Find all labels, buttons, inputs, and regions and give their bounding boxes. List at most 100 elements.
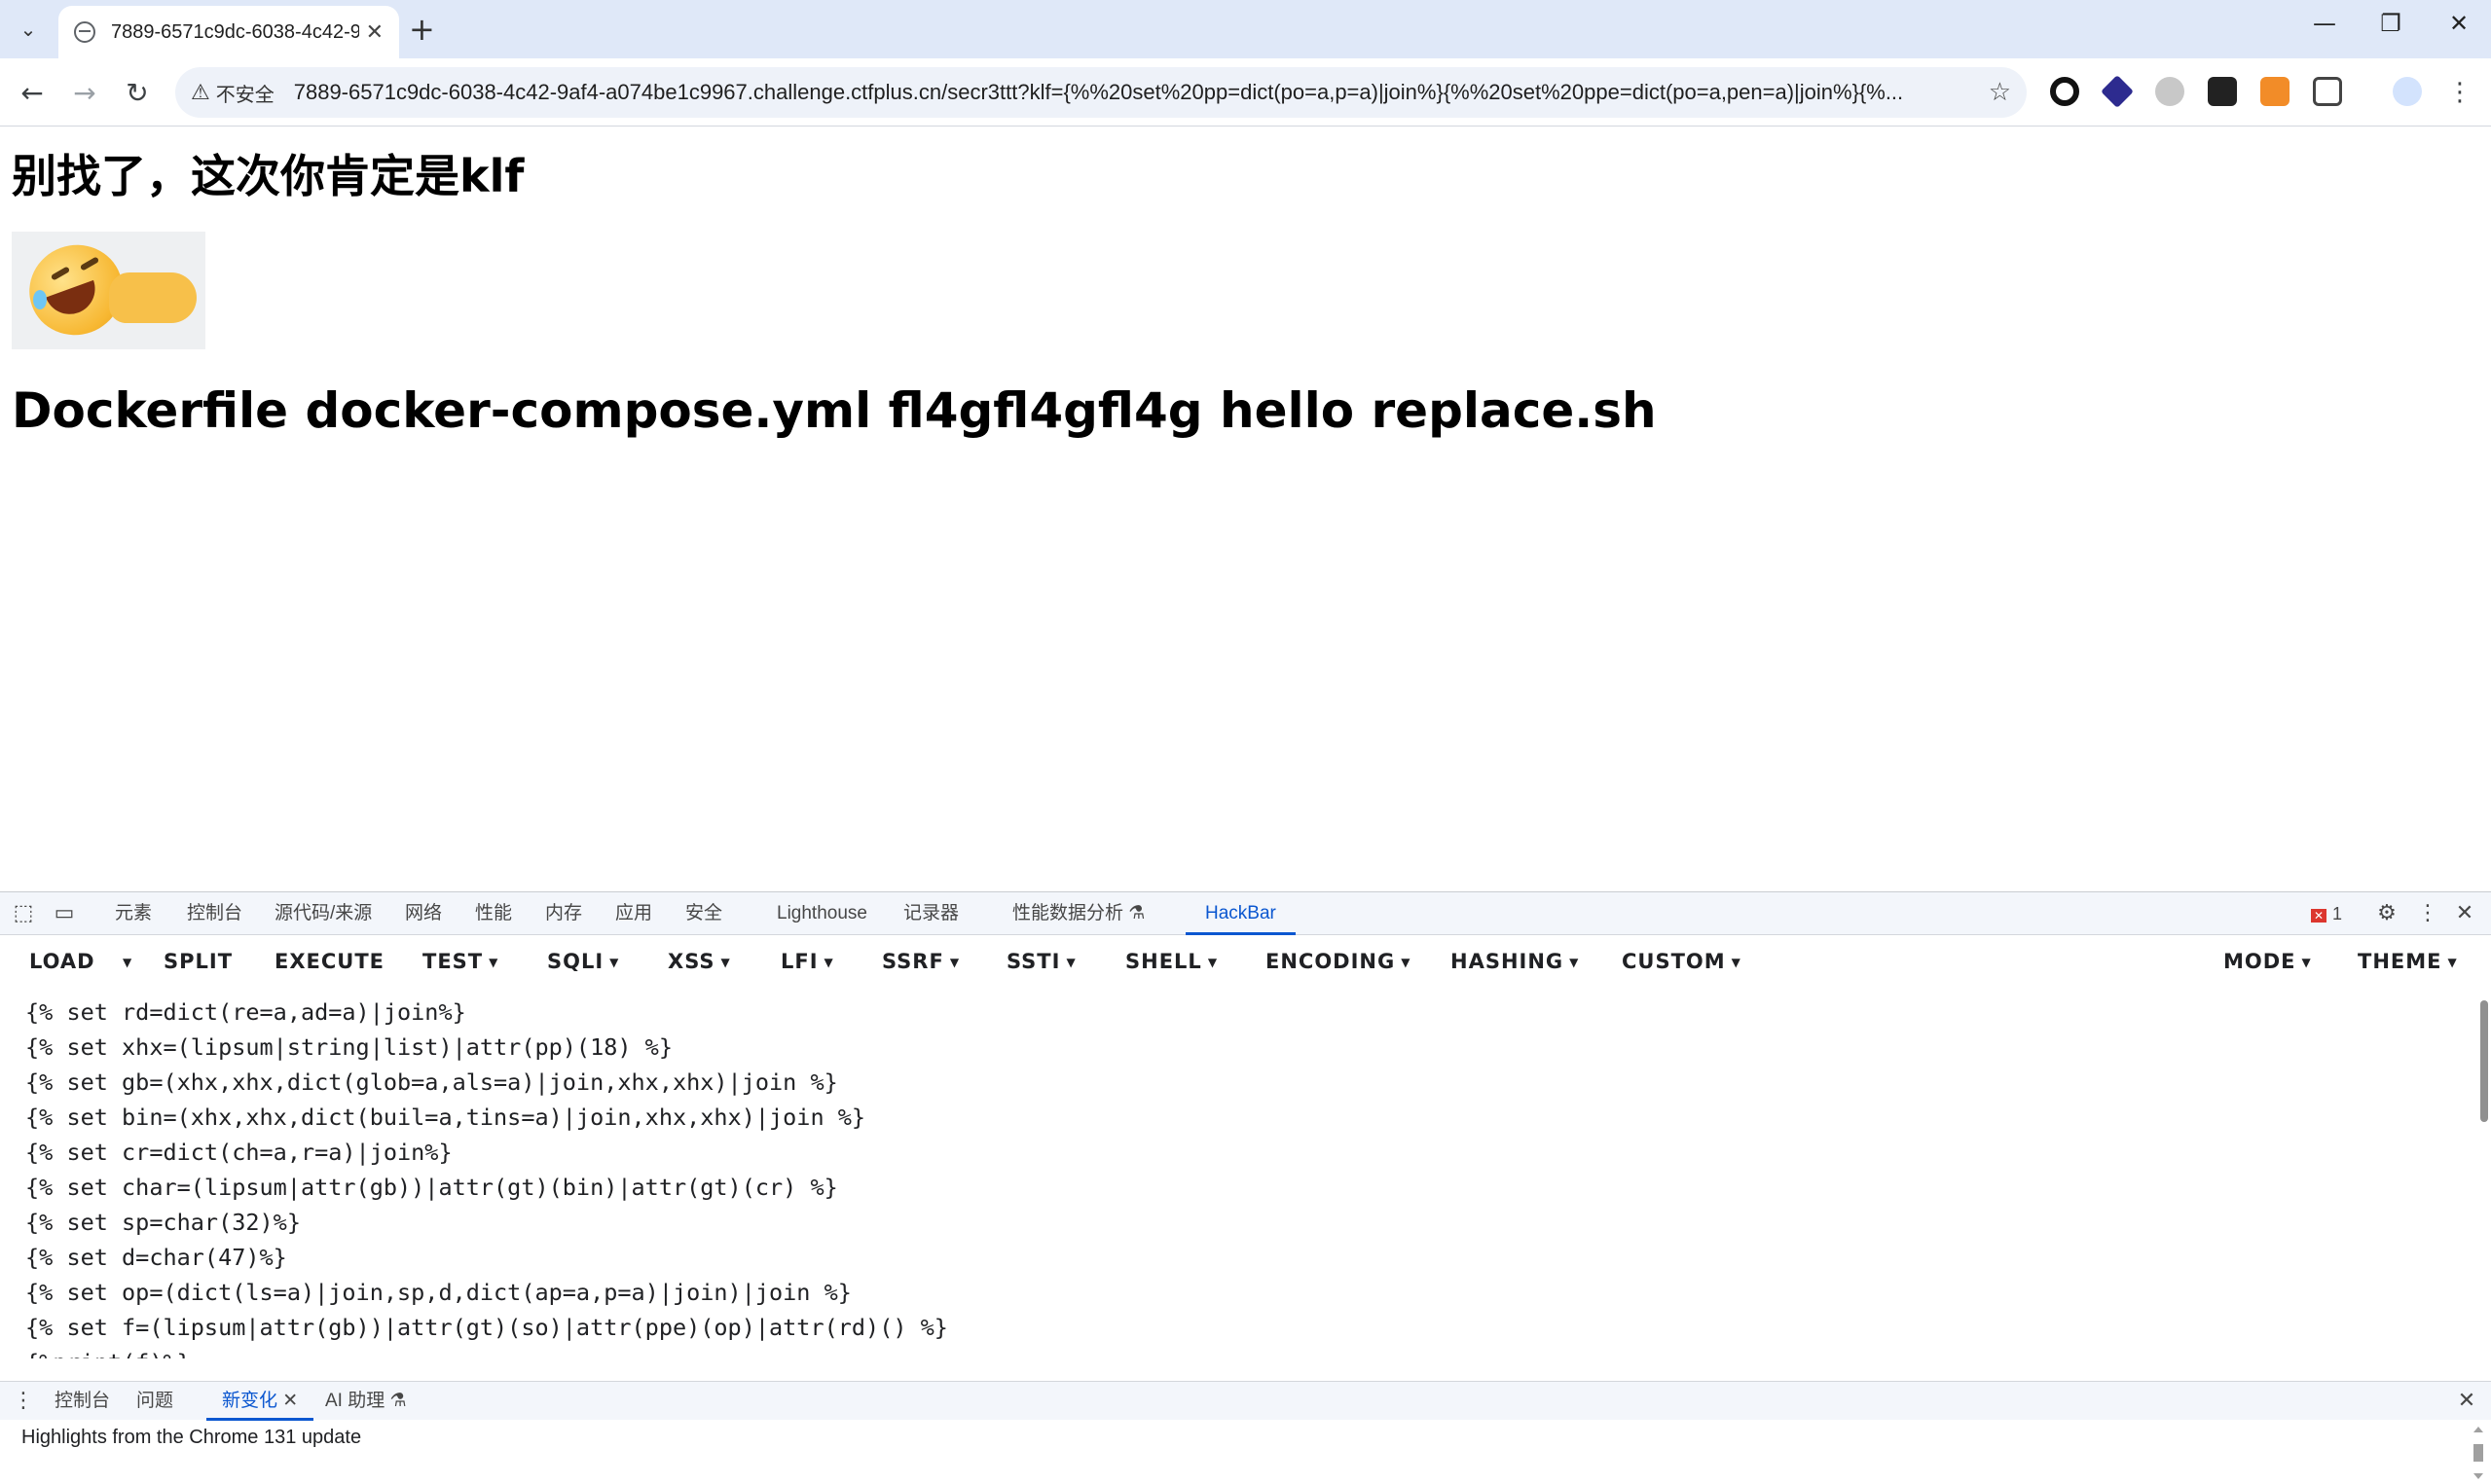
new-tab-plus-icon[interactable]: + <box>409 14 435 45</box>
code-line[interactable]: {% set op=(dict(ls=a)|join,sp,d,dict(ap=… <box>25 1279 852 1306</box>
url-text[interactable]: 7889-6571c9dc-6038-4c42-9af4-a074be1c996… <box>294 80 1969 105</box>
hackbar-ssrf-menu[interactable]: SSRF ▼ <box>882 950 960 973</box>
scroll-thumb[interactable] <box>2473 1444 2483 1462</box>
hackbar-menu: LOAD ▼ SPLIT EXECUTE TEST ▼ SQLI ▼ XSS ▼ LF… <box>0 936 2491 991</box>
devtools-tab-security[interactable]: 安全 <box>685 892 722 935</box>
devtools-tab-hackbar[interactable]: HackBar <box>1186 892 1296 935</box>
devtools-tab-sources[interactable]: 源代码/来源 <box>275 892 372 935</box>
hackbar-ssti-label: SSTI <box>1007 950 1061 973</box>
drawer-close-icon[interactable]: ✕ <box>2455 1390 2478 1413</box>
hackbar-split-button[interactable]: SPLIT <box>164 950 233 973</box>
devtools-tab-performance[interactable]: 性能 <box>475 892 512 935</box>
editor-scrollbar[interactable] <box>2480 1000 2488 1122</box>
hackbar-sqli-label: SQLI <box>547 950 604 973</box>
hackbar-shell-menu[interactable]: SHELL ▼ <box>1125 950 1218 973</box>
browser-menu-icon[interactable]: ⋮ <box>2441 74 2478 111</box>
restore-icon[interactable]: ❐ <box>2362 10 2420 37</box>
window-close-icon[interactable]: ✕ <box>2430 10 2488 37</box>
hackbar-mode-menu[interactable]: MODE ▼ <box>2223 950 2312 973</box>
laughing-pointing-emoji-image <box>12 232 205 349</box>
tab-close-icon[interactable]: ✕ <box>366 20 384 45</box>
drawer-tab-issues[interactable]: 问题 <box>136 1382 173 1421</box>
back-arrow-icon[interactable]: ← <box>14 74 51 111</box>
drawer-menu-icon[interactable]: ⋮ <box>12 1390 35 1413</box>
warning-triangle-icon[interactable]: ⚠ <box>191 81 210 105</box>
devtools-tab-lighthouse[interactable]: Lighthouse <box>777 892 867 935</box>
hackbar-test-menu[interactable]: TEST ▼ <box>422 950 498 973</box>
code-line[interactable]: {% set d=char(47)%} <box>25 1244 287 1271</box>
insecure-label[interactable]: 不安全 <box>216 79 275 107</box>
hackbar-shell-label: SHELL <box>1125 950 1202 973</box>
code-line[interactable]: {% set gb=(xhx,xhx,dict(glob=a,als=a)|jo… <box>25 1068 838 1096</box>
chevron-down-icon: ▼ <box>824 956 834 969</box>
hackbar-hashing-menu[interactable]: HASHING ▼ <box>1450 950 1579 973</box>
drawer-tab-close-icon[interactable]: ✕ <box>282 1391 298 1411</box>
error-counter[interactable]: ✕ 1 <box>2311 904 2342 924</box>
drawer-tab-console[interactable]: 控制台 <box>55 1382 110 1421</box>
globe-icon <box>74 21 95 43</box>
extensions-puzzle-icon[interactable] <box>2313 77 2342 106</box>
hackbar-encoding-menu[interactable]: ENCODING ▼ <box>1265 950 1410 973</box>
drawer-scrollbar[interactable] <box>2471 1425 2486 1481</box>
bookmark-star-icon[interactable]: ☆ <box>1989 78 2011 107</box>
extension-gray-icon[interactable] <box>2155 77 2184 106</box>
code-line[interactable]: {% set char=(lipsum|attr(gb))|attr(gt)(b… <box>25 1174 838 1201</box>
hackbar-url-editor[interactable]: {% set rd=dict(re=a,ad=a)|join%} {% set … <box>0 991 2491 1358</box>
inspect-element-icon[interactable]: ⬚ <box>12 902 35 925</box>
hackbar-ssti-menu[interactable]: SSTI ▼ <box>1007 950 1077 973</box>
hackbar-load-button[interactable]: LOAD <box>29 950 95 973</box>
devtools-tabbar: ⬚ ▭ 元素 控制台 源代码/来源 网络 性能 内存 应用 安全 Lightho… <box>0 892 2491 935</box>
metamask-fox-icon[interactable] <box>2260 77 2290 106</box>
devtools-tab-network[interactable]: 网络 <box>405 892 442 935</box>
forward-arrow-icon[interactable]: → <box>66 74 103 111</box>
hackbar-xss-label: XSS <box>668 950 715 973</box>
hackbar-theme-menu[interactable]: THEME ▼ <box>2358 950 2458 973</box>
code-line[interactable]: {% set f=(lipsum|attr(gb))|attr(gt)(so)|… <box>25 1314 948 1341</box>
browser-tab[interactable]: 7889-6571c9dc-6038-4c42-9 ✕ <box>58 6 399 58</box>
chevron-down-icon: ▼ <box>720 956 731 969</box>
drawer-tab-ai-assistance[interactable]: AI 助理 ⚗ <box>325 1382 407 1421</box>
code-line[interactable]: {% set sp=char(32)%} <box>25 1209 301 1236</box>
code-line[interactable]: {% set rd=dict(re=a,ad=a)|join%} <box>25 998 466 1026</box>
chevron-down-icon: ▼ <box>609 956 620 969</box>
scroll-up-arrow-icon[interactable] <box>2473 1427 2483 1432</box>
hackbar-lfi-menu[interactable]: LFI ▼ <box>781 950 834 973</box>
minimize-icon[interactable]: — <box>2295 10 2354 37</box>
code-line[interactable]: {%print(f)%} <box>25 1349 191 1358</box>
devtools-tab-recorder[interactable]: 记录器 <box>903 892 959 935</box>
drawer-tab-whats-new[interactable]: 新变化 ✕ <box>206 1382 314 1421</box>
hackbar-custom-menu[interactable]: CUSTOM ▼ <box>1622 950 1741 973</box>
devtools-close-icon[interactable]: ✕ <box>2453 902 2476 925</box>
devtools-tab-elements[interactable]: 元素 <box>115 892 152 935</box>
devtools-tab-application[interactable]: 应用 <box>615 892 652 935</box>
extension-circle-icon[interactable] <box>2050 77 2079 106</box>
hackbar-sqli-menu[interactable]: SQLI ▼ <box>547 950 619 973</box>
address-bar[interactable]: ⚠ 不安全 7889-6571c9dc-6038-4c42-9af4-a074b… <box>175 67 2027 118</box>
devtools-tab-memory[interactable]: 内存 <box>545 892 582 935</box>
hackbar-execute-button[interactable]: EXECUTE <box>275 950 385 973</box>
scroll-down-arrow-icon[interactable] <box>2473 1473 2483 1479</box>
devtools-tab-performance-insights-label: 性能数据分析 <box>1012 903 1124 923</box>
chevron-down-icon: ▼ <box>1066 956 1077 969</box>
hackbar-load-dropdown-icon[interactable]: ▼ <box>117 950 132 973</box>
tab-search-chevron-icon[interactable]: ⌄ <box>10 12 47 47</box>
settings-gear-icon[interactable]: ⚙ <box>2375 902 2399 925</box>
chevron-down-icon: ▼ <box>1569 956 1580 969</box>
devtools-tab-performance-insights[interactable]: 性能数据分析 ⚗ <box>1012 892 1145 935</box>
device-toolbar-icon[interactable]: ▭ <box>53 902 76 925</box>
hackbar-mode-label: MODE <box>2223 950 2296 973</box>
tab-title: 7889-6571c9dc-6038-4c42-9 <box>111 20 359 43</box>
devtools-more-icon[interactable]: ⋮ <box>2416 902 2439 925</box>
whats-new-message: Highlights from the Chrome 131 update <box>21 1427 362 1448</box>
extension-dark-icon[interactable] <box>2208 77 2237 106</box>
profile-avatar-icon[interactable] <box>2393 77 2422 106</box>
devtools-tab-console[interactable]: 控制台 <box>187 892 242 935</box>
code-line[interactable]: {% set cr=dict(ch=a,r=a)|join%} <box>25 1139 453 1166</box>
code-line[interactable]: {% set xhx=(lipsum|string|list)|attr(pp)… <box>25 1033 673 1061</box>
hackbar-test-label: TEST <box>422 950 484 973</box>
hackbar-xss-menu[interactable]: XSS ▼ <box>668 950 731 973</box>
reload-icon[interactable]: ↻ <box>119 74 156 111</box>
code-line[interactable]: {% set bin=(xhx,xhx,dict(buil=a,tins=a)|… <box>25 1104 865 1131</box>
chevron-down-icon: ▼ <box>1731 956 1741 969</box>
chevron-down-icon: ▼ <box>489 956 499 969</box>
